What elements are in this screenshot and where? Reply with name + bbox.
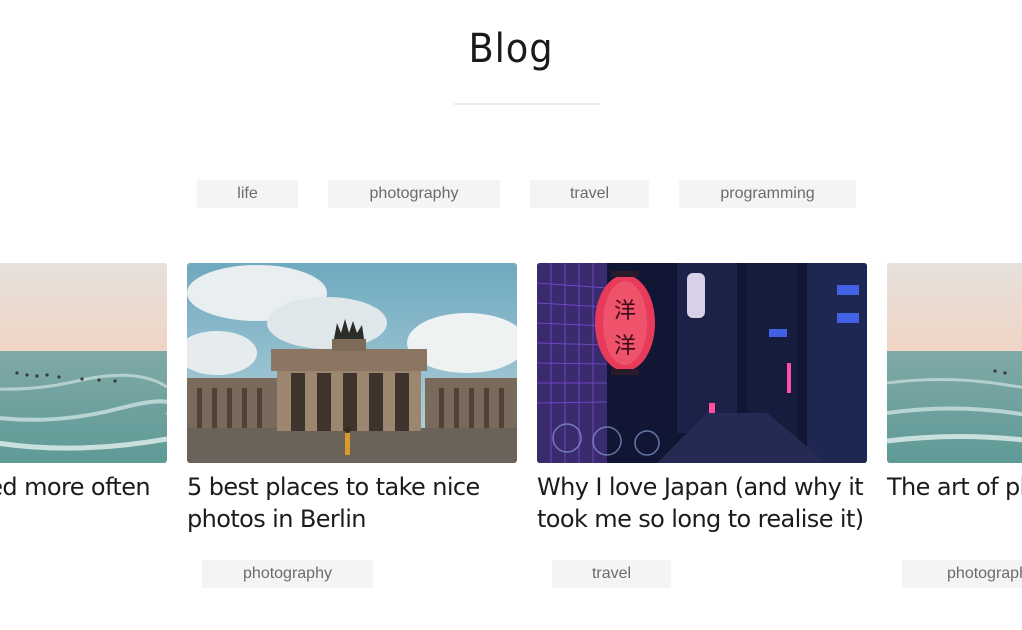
card-title[interactable]: Why I love Japan (and why it took me so … xyxy=(537,471,867,535)
card-title[interactable]: The art of pho xyxy=(887,471,1022,503)
card-title[interactable]: red more often xyxy=(0,471,151,503)
filter-tag-travel[interactable]: travel xyxy=(530,180,649,208)
card-image-ocean[interactable] xyxy=(887,263,1022,463)
card-title[interactable]: 5 best places to take nice photos in Ber… xyxy=(187,471,517,535)
title-divider xyxy=(454,103,600,105)
svg-text:洋: 洋 xyxy=(614,299,636,324)
filter-tag-photography[interactable]: photography xyxy=(328,180,500,208)
card-image-japan[interactable]: 洋 洋 xyxy=(537,263,867,463)
card-image-berlin[interactable] xyxy=(187,263,517,463)
card-tag-photography[interactable]: photography xyxy=(202,560,373,588)
card-image-ocean[interactable] xyxy=(0,263,167,463)
card-tag-photography[interactable]: photograph xyxy=(902,560,1022,588)
page-title: Blog xyxy=(468,26,554,72)
card-tag-travel[interactable]: travel xyxy=(552,560,671,588)
blog-page: Blog life photography travel programming xyxy=(0,0,1022,630)
svg-text:洋: 洋 xyxy=(614,334,636,359)
filter-tag-life[interactable]: life xyxy=(197,180,298,208)
filter-tag-programming[interactable]: programming xyxy=(679,180,856,208)
